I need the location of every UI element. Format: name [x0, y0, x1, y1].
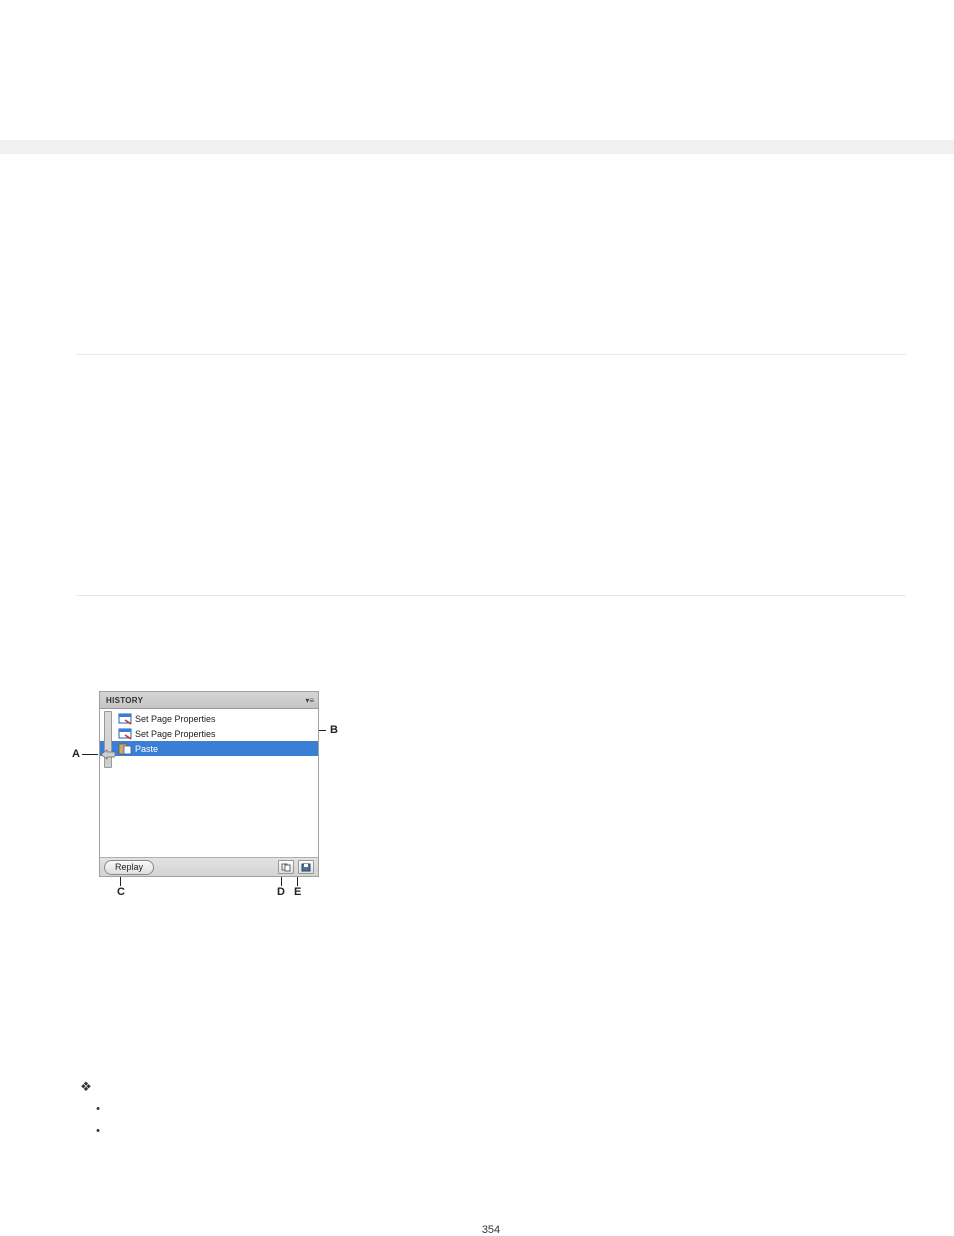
dot-bullet-icon: •	[80, 1126, 104, 1137]
panel-body: Set Page Properties Set Page Properties	[100, 709, 318, 858]
rule-2	[76, 595, 906, 596]
callout-e: E	[294, 886, 301, 898]
history-row[interactable]: Set Page Properties	[100, 711, 318, 726]
dot-bullet-icon: •	[80, 1104, 104, 1115]
callout-a: A	[72, 748, 80, 760]
callout-d-line	[281, 876, 282, 886]
paste-icon	[118, 743, 132, 755]
history-slider-thumb[interactable]	[101, 747, 115, 758]
history-row[interactable]: Set Page Properties	[100, 726, 318, 741]
callout-b: B	[330, 724, 338, 736]
history-row-label: Set Page Properties	[135, 729, 216, 739]
panel-footer: Replay	[100, 858, 318, 876]
history-panel: HISTORY ▾≡	[100, 692, 318, 876]
callout-a-line	[82, 754, 98, 755]
rule-1	[76, 354, 906, 355]
panel-header: HISTORY ▾≡	[100, 692, 318, 709]
bullet-item: ❖	[80, 1076, 906, 1098]
history-row-selected[interactable]: Paste	[100, 741, 318, 756]
callout-c-line	[120, 876, 121, 886]
panel-title: HISTORY	[106, 696, 143, 705]
bullet-item: •	[80, 1120, 906, 1142]
replay-button[interactable]: Replay	[104, 860, 154, 875]
panel-menu-icon[interactable]: ▾≡	[305, 696, 314, 705]
page-properties-icon	[118, 728, 132, 740]
callout-c: C	[117, 886, 125, 898]
page-properties-icon	[118, 713, 132, 725]
callout-e-line	[297, 876, 298, 886]
callout-d: D	[277, 886, 285, 898]
bullet-list: ❖ • •	[76, 1076, 906, 1142]
copy-steps-icon[interactable]	[278, 860, 294, 874]
save-steps-icon[interactable]	[298, 860, 314, 874]
history-row-label: Set Page Properties	[135, 714, 216, 724]
diamond-bullet-icon: ❖	[80, 1079, 92, 1095]
top-divider-bar	[0, 140, 954, 154]
page-number: 354	[76, 1224, 906, 1236]
page-content: A B C D E HISTORY ▾≡	[0, 354, 954, 1236]
bullet-item: •	[80, 1098, 906, 1120]
history-row-label: Paste	[135, 744, 158, 754]
